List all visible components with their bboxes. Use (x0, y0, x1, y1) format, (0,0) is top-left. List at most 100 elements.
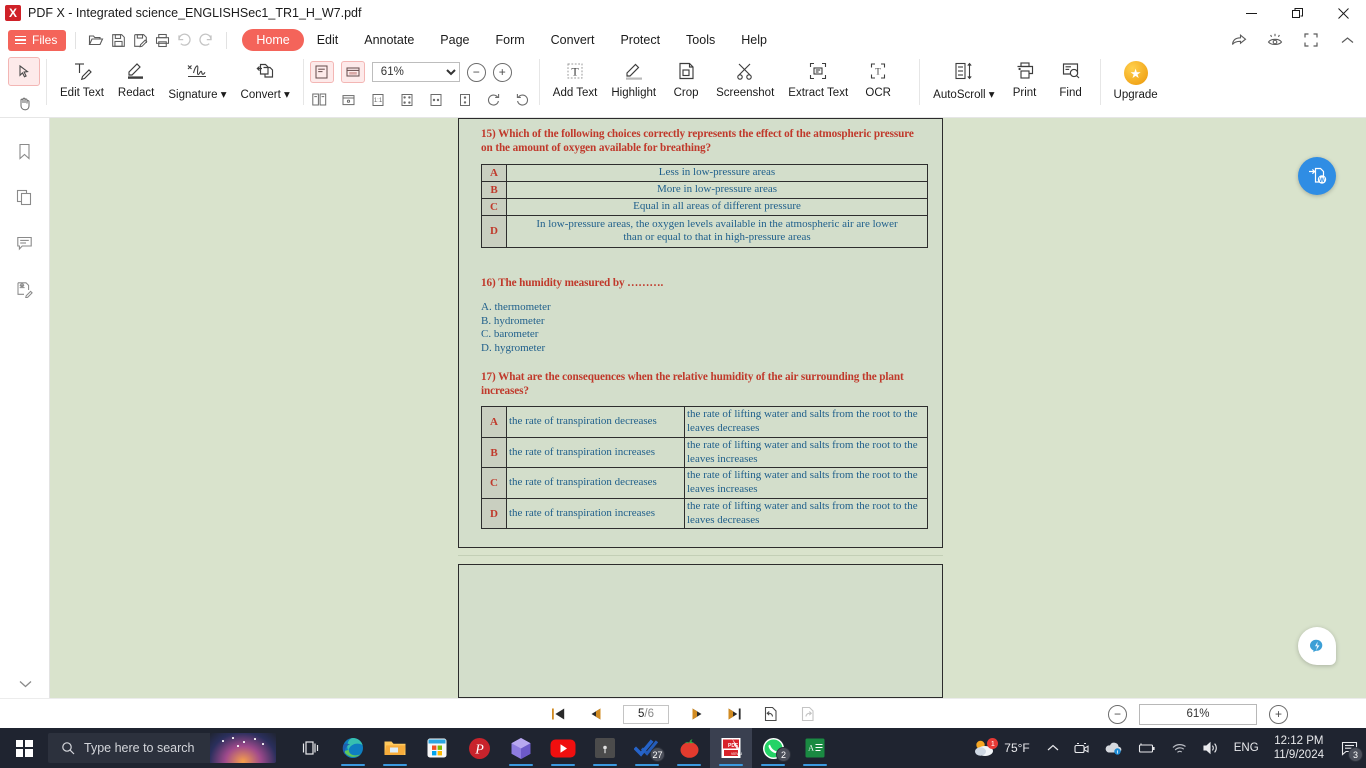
hand-pan-tool[interactable] (8, 89, 40, 118)
notification-icon[interactable]: 3 (1332, 728, 1366, 768)
find-button[interactable]: Find (1048, 54, 1094, 99)
tomato-timer-icon[interactable] (668, 728, 710, 768)
crop-button[interactable]: Crop (663, 54, 709, 99)
save-icon[interactable] (107, 29, 129, 51)
previous-page-icon[interactable] (586, 705, 604, 723)
redo-icon[interactable] (195, 29, 217, 51)
go-back-view-icon[interactable] (762, 705, 780, 723)
table-row[interactable]: D the rate of transpiration increases th… (481, 497, 928, 530)
table-row[interactable]: C Equal in all areas of different pressu… (481, 197, 928, 216)
option-a[interactable]: A. thermometer (481, 301, 920, 314)
fit-page-icon[interactable]: 1:1 (368, 90, 388, 110)
search-input[interactable]: Type here to search (48, 733, 276, 763)
pdf-x-reader-icon[interactable]: PDF VIEW & EDIT (710, 728, 752, 768)
close-button[interactable] (1320, 0, 1366, 26)
page-number-field[interactable]: 5/6 (623, 704, 669, 724)
actual-size-icon[interactable] (455, 90, 475, 110)
table-row[interactable]: D In low-pressure areas, the oxygen leve… (481, 214, 928, 249)
rotate-clockwise-icon[interactable] (484, 90, 504, 110)
add-text-button[interactable]: T Add Text (546, 54, 605, 99)
convert-button[interactable]: Convert ▾ (234, 54, 297, 101)
todo-checkmark-icon[interactable]: 27 (626, 728, 668, 768)
option-c[interactable]: C. barometer (481, 328, 920, 341)
collapse-ribbon-chevron-icon[interactable] (1336, 29, 1358, 51)
weather-widget[interactable]: 1 75°F (967, 738, 1039, 758)
signature-button[interactable]: Signature ▾ (161, 54, 233, 101)
single-page-view-toggle[interactable] (309, 61, 334, 83)
print-icon[interactable] (151, 29, 173, 51)
highlight-button[interactable]: Highlight (604, 54, 663, 99)
table-row[interactable]: B the rate of transpiration increases th… (481, 436, 928, 469)
fit-width-icon[interactable] (397, 90, 417, 110)
microsoft-365-icon[interactable] (500, 728, 542, 768)
tab-edit[interactable]: Edit (304, 27, 352, 53)
wifi-icon[interactable] (1164, 728, 1195, 768)
open-icon[interactable] (85, 29, 107, 51)
document-viewport[interactable]: 15) Which of the following choices corre… (50, 118, 1366, 698)
undo-icon[interactable] (173, 29, 195, 51)
minimize-button[interactable] (1228, 0, 1274, 26)
language-indicator[interactable]: ENG (1227, 728, 1266, 768)
tab-convert[interactable]: Convert (538, 27, 608, 53)
table-row[interactable]: A the rate of transpiration decreases th… (481, 406, 928, 438)
signatures-panel-icon[interactable] (12, 276, 38, 302)
volume-icon[interactable] (1195, 728, 1227, 768)
last-page-icon[interactable] (725, 705, 743, 723)
tab-home[interactable]: Home (242, 29, 304, 51)
clock[interactable]: 12:12 PM 11/9/2024 (1266, 734, 1332, 763)
maximize-button[interactable] (1274, 0, 1320, 26)
bookmarks-panel-icon[interactable] (12, 138, 38, 164)
show-hidden-icons-chevron[interactable] (1040, 728, 1066, 768)
autoscroll-button[interactable]: AutoScroll ▾ (926, 54, 1001, 101)
zoom-level-select[interactable]: 25%50%61%75%100%125%150%200%Fit PageFit … (371, 62, 460, 82)
windows-start-icon[interactable] (0, 728, 48, 768)
read-mode-eye-icon[interactable] (1264, 29, 1286, 51)
share-icon[interactable] (1228, 29, 1250, 51)
select-arrow-tool[interactable] (8, 57, 40, 86)
option-d[interactable]: D. hygrometer (481, 342, 920, 355)
tab-form[interactable]: Form (482, 27, 537, 53)
tab-help[interactable]: Help (728, 27, 780, 53)
comments-panel-icon[interactable] (12, 230, 38, 256)
status-zoom-value[interactable]: 61% (1139, 703, 1257, 725)
tab-tools[interactable]: Tools (673, 27, 728, 53)
print-button[interactable]: Print (1002, 54, 1048, 99)
collapse-rail-chevron-icon[interactable] (0, 668, 50, 698)
continuous-scroll-toggle[interactable] (340, 61, 365, 83)
camera-recording-icon[interactable] (1066, 728, 1097, 768)
zoom-out-button[interactable]: − (466, 62, 486, 82)
status-zoom-out-button[interactable]: − (1108, 704, 1127, 724)
microsoft-edge-icon[interactable] (332, 728, 374, 768)
first-page-icon[interactable] (549, 705, 567, 723)
next-page-icon[interactable] (688, 705, 706, 723)
tab-page[interactable]: Page (427, 27, 482, 53)
fullscreen-icon[interactable] (1300, 29, 1322, 51)
file-explorer-icon[interactable] (374, 728, 416, 768)
battery-icon[interactable] (1130, 728, 1164, 768)
table-row[interactable]: B More in low-pressure areas (481, 181, 928, 199)
edit-text-button[interactable]: Edit Text (53, 54, 111, 99)
redact-button[interactable]: Redact (111, 54, 161, 99)
ai-assistant-fab[interactable] (1298, 627, 1336, 665)
page-thumbnails-panel-icon[interactable] (12, 184, 38, 210)
dictionary-icon[interactable]: A (794, 728, 836, 768)
page-thumbnail-icon[interactable] (339, 90, 359, 110)
tab-annotate[interactable]: Annotate (351, 27, 427, 53)
pinterest-icon[interactable]: P (458, 728, 500, 768)
zoom-in-button[interactable]: + (492, 62, 512, 82)
two-page-layout-icon[interactable] (310, 90, 330, 110)
go-forward-view-icon[interactable] (799, 705, 817, 723)
table-row[interactable]: A Less in low-pressure areas (481, 164, 928, 183)
youtube-icon[interactable] (542, 728, 584, 768)
fit-visible-icon[interactable] (426, 90, 446, 110)
status-zoom-in-button[interactable]: + (1269, 704, 1288, 724)
upgrade-button[interactable]: ★ Upgrade (1107, 54, 1165, 101)
extract-text-button[interactable]: Extract Text (781, 54, 855, 99)
tab-protect[interactable]: Protect (607, 27, 673, 53)
screenshot-button[interactable]: Screenshot (709, 54, 781, 99)
task-view-icon[interactable] (290, 728, 332, 768)
whatsapp-icon[interactable]: 2 (752, 728, 794, 768)
onedrive-cloud-icon[interactable]: i (1097, 728, 1130, 768)
ocr-button[interactable]: T OCR (855, 54, 901, 99)
unknown-dark-app-icon[interactable] (584, 728, 626, 768)
